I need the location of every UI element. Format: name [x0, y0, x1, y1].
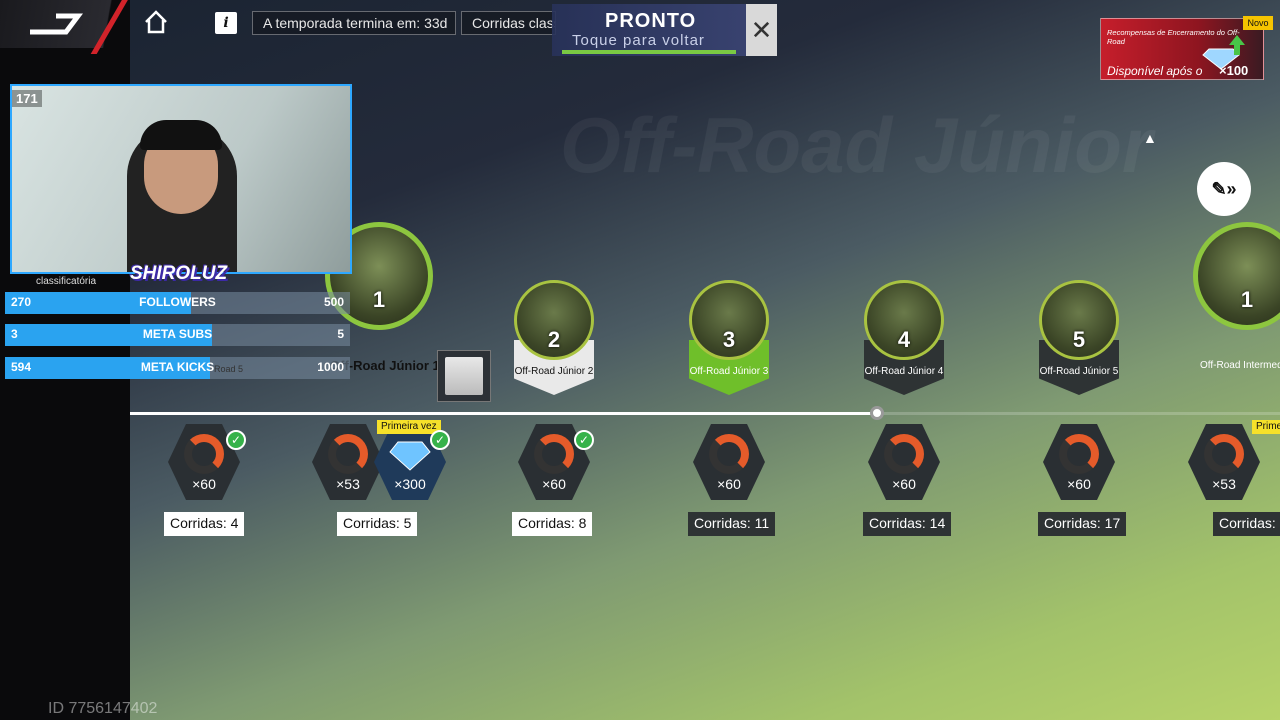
wheel-icon: [328, 434, 368, 474]
races-required: Corridas: 4: [164, 512, 245, 536]
cam-caption: classificatória: [36, 276, 97, 287]
tier-label: Off-Road Júnior 5: [1039, 366, 1119, 377]
streamer-brand: SHIROLUZ: [130, 263, 228, 284]
diamond-icon: [389, 441, 431, 471]
first-time-badge: Prime: [1252, 420, 1280, 434]
reward-count: ×60: [892, 476, 916, 492]
season-end-rewards-card[interactable]: Recompensas de Encerramento do Off-Road …: [1100, 18, 1264, 80]
player-avatar-marker: [437, 350, 491, 402]
check-icon: ✓: [430, 430, 450, 450]
tier-medal: 4: [864, 280, 944, 360]
close-button[interactable]: ✕: [746, 4, 777, 56]
tier-card-junior-2[interactable]: 2 Off-Road Júnior 2: [514, 280, 594, 405]
tier-medal: 5: [1039, 280, 1119, 360]
reward-count: ×60: [717, 476, 741, 492]
check-icon: ✓: [574, 430, 594, 450]
partial-tier-label: Road 5: [214, 364, 244, 374]
reward-count: ×53: [1212, 476, 1236, 492]
wheel-icon: [184, 434, 224, 474]
reward-count: ×300: [394, 476, 426, 492]
mouse-cursor-icon: ▲: [1143, 130, 1157, 146]
ready-toast[interactable]: PRONTO Toque para voltar: [552, 4, 746, 56]
tier-number: 1: [1240, 287, 1254, 312]
ranked-races-pill[interactable]: Corridas class: [461, 11, 556, 35]
goal-name: META SUBS: [142, 327, 213, 341]
ready-progress-bar: [562, 50, 736, 54]
tier-label: Off-Road Júnior 4: [864, 366, 944, 377]
home-button[interactable]: [140, 6, 172, 38]
wheel-icon: [884, 434, 924, 474]
tier-card-junior-4[interactable]: 4 Off-Road Júnior 4: [864, 280, 944, 405]
viewer-count: 171: [12, 90, 42, 107]
goal-max: 5: [337, 327, 344, 341]
player-id: ID 7756147402: [48, 700, 158, 717]
tier-label: Off-Road Júnior 3: [689, 366, 769, 377]
tier-card-junior-3[interactable]: 3 Off-Road Júnior 3: [689, 280, 769, 405]
check-icon: ✓: [226, 430, 246, 450]
progress-knob: [870, 406, 884, 420]
streamer-webcam: [10, 84, 352, 274]
streamer-cap: [140, 120, 222, 150]
wheel-icon: [709, 434, 749, 474]
season-reward-availability: Disponível após o: [1107, 64, 1203, 78]
tier-number: 3: [722, 327, 736, 352]
season-reward-count: ×100: [1219, 63, 1249, 78]
first-time-badge: Primeira vez: [377, 420, 441, 434]
wheel-icon: [1204, 434, 1244, 474]
tier-card-junior-5[interactable]: 5 Off-Road Júnior 5: [1039, 280, 1119, 405]
races-required: Corridas: 8: [512, 512, 593, 536]
tier-number: 1: [372, 287, 386, 312]
wheel-icon: [1059, 434, 1099, 474]
logo-slash: [90, 0, 132, 54]
progress-track-remaining: [878, 412, 1280, 415]
avatar: [445, 357, 483, 395]
wheel-icon: [534, 434, 574, 474]
home-icon: [145, 10, 167, 34]
season-timer: A temporada termina em: 33d: [252, 11, 456, 35]
goal-name: FOLLOWERS: [139, 295, 216, 309]
goal-bar-followers: 270 FOLLOWERS 500: [5, 292, 350, 314]
tier-medal: 3: [689, 280, 769, 360]
league-watermark: Off-Road Júnior: [560, 101, 1153, 189]
races-required: Corridas: 5: [337, 512, 418, 536]
races-required: Corridas: 17: [1038, 512, 1127, 536]
tier-medal: 2: [514, 280, 594, 360]
reward-count: ×53: [336, 476, 360, 492]
races-required: Corridas: 2: [1213, 512, 1280, 536]
tier-number: 4: [897, 327, 911, 352]
ready-subtitle: Toque para voltar: [572, 32, 705, 49]
tier-number: 2: [547, 327, 561, 352]
reward-count: ×60: [542, 476, 566, 492]
reward-count: ×60: [1067, 476, 1091, 492]
pin-button[interactable]: ✎»: [1197, 162, 1251, 216]
arrow-up-icon: [1229, 35, 1245, 55]
reward-count: ×60: [192, 476, 216, 492]
goal-bar-subs: 3 META SUBS 5: [5, 324, 350, 346]
races-required: Corridas: 11: [688, 512, 776, 536]
races-required: Corridas: 14: [863, 512, 952, 536]
game-logo[interactable]: [0, 0, 132, 54]
tier-label: Off-Road Intermedi: [1200, 360, 1280, 371]
pin-icon: ✎»: [1211, 178, 1237, 199]
goal-max: 1000: [317, 360, 344, 374]
tier-number: 5: [1072, 327, 1086, 352]
progress-track-filled: [130, 412, 878, 415]
goal-name: META KICKS: [140, 360, 215, 374]
goal-bar-kicks: 594 META KICKS 1000: [5, 357, 350, 379]
logo-icon: [30, 13, 83, 35]
new-badge: Novo: [1243, 16, 1273, 30]
ready-title: PRONTO: [605, 10, 697, 32]
tier-label: Off-Road Júnior 2: [514, 366, 594, 377]
info-button[interactable]: i: [215, 12, 237, 34]
goal-max: 500: [323, 295, 344, 309]
